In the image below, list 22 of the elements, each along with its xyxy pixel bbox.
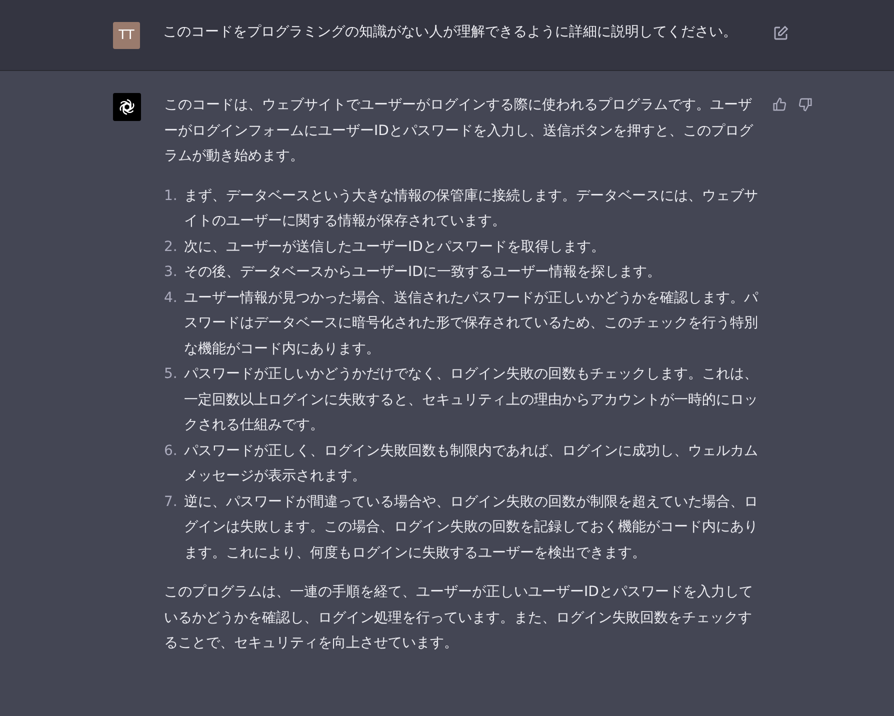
user-avatar: TT (113, 22, 140, 49)
list-number: 7. (164, 492, 178, 512)
list-number: 2. (164, 238, 178, 256)
edit-icon[interactable] (773, 25, 789, 41)
list-number: 1. (164, 186, 178, 206)
list-item-text: その後、データベースからユーザーIDに一致するユーザー情報を探します。 (184, 263, 662, 282)
thumbs-up-icon[interactable] (772, 97, 787, 112)
list-item-text: 逆に、パスワードが間違っている場合や、ログイン失敗の回数が制限を超えていた場合、ログインは失敗します。この場合、ログイン失敗の回数を記録しておく機能がコード内にあります。これにより、何度もログインに失敗するユーザーを検出できます。 (184, 492, 758, 562)
response-paragraph: このコードは、ウェブサイトでユーザーがログインする際に使われるプログラムです。ユーザーがログインフォームにユーザーIDとパスワードを入力し、送信ボタンを押すと、このプログラムが動き始めます。 (164, 96, 754, 166)
list-number: 6. (164, 442, 178, 460)
list-item-text: 次に、ユーザーが送信したユーザーIDとパスワードを取得します。 (184, 238, 606, 256)
list-item-text: まず、データベースという大きな情報の保管庫に接続します。データベースには、ウェブサイトのユーザーに関する情報が保存されています。 (184, 186, 758, 231)
list-item-text: ユーザー情報が見つかった場合、送信されたパスワードが正しいかどうかを確認します。パスワードはデータベースに暗号化された形で保存されているため、このチェックを行う特別な機能がコード内にあります。 (184, 288, 758, 358)
list-number: 3. (164, 263, 178, 282)
assistant-logo-icon (113, 93, 141, 121)
list-number: 4. (164, 288, 178, 308)
list-item-text: パスワードが正しいかどうかだけでなく、ログイン失敗の回数もチェックします。これは、一定回数以上ログインに失敗すると、セキュリティ上の理由からアカウントが一時的にロックされる仕組みです。 (184, 365, 758, 435)
response-paragraph: このプログラムは、一連の手順を経て、ユーザーが正しいユーザーIDとパスワードを入力しているかどうかを確認し、ログイン処理を行っています。また、ログイン失敗回数をチェックすることで、セキュリティを向上させています。 (164, 583, 754, 653)
user-message: このコードをプログラミングの知識がない人が理解できるように詳細に説明してください。 (163, 23, 738, 42)
list-item-text: パスワードが正しく、ログイン失敗回数も制限内であれば、ログインに成功し、ウェルカムメッセージが表示されます。 (184, 442, 758, 486)
thumbs-down-icon[interactable] (798, 97, 813, 112)
list-number: 5. (164, 365, 178, 384)
